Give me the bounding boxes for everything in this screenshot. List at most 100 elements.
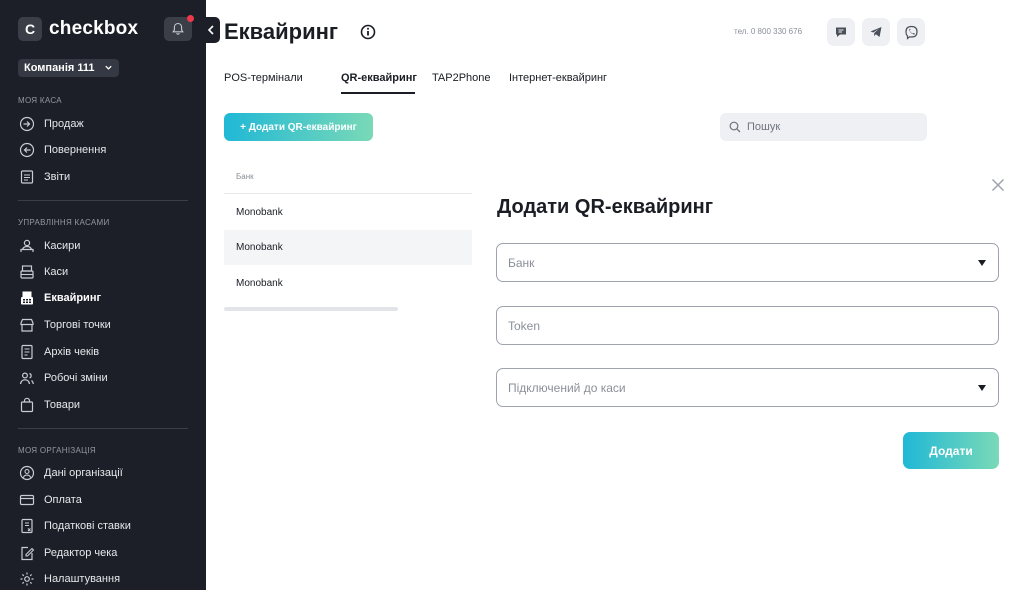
sidebar-item-label: Робочі зміни xyxy=(44,372,108,384)
bank-select[interactable]: Банк xyxy=(496,243,999,282)
store-icon xyxy=(18,317,35,334)
sidebar-item-label: Продаж xyxy=(44,118,84,130)
submit-add-button[interactable]: Додати xyxy=(903,432,999,469)
search-icon xyxy=(729,121,741,133)
receipt-editor-icon xyxy=(18,545,35,562)
tax-rates-icon xyxy=(18,518,35,535)
logo-mark: C xyxy=(18,17,42,41)
page-title: Еквайринг xyxy=(224,19,339,44)
add-qr-acquiring-button[interactable]: + Додати QR-еквайринг xyxy=(224,113,373,141)
sidebar-item-label: Оплата xyxy=(44,494,82,506)
sidebar-item-label: Податкові ставки xyxy=(44,520,131,532)
sidebar-item-acquiring[interactable]: Еквайринг xyxy=(18,289,194,307)
active-tab-underline xyxy=(341,92,415,94)
chevron-down-icon xyxy=(105,65,112,70)
tab-pos-terminals[interactable]: POS-термінали xyxy=(224,72,303,84)
sidebar-item-label: Редактор чека xyxy=(44,547,118,559)
horizontal-scrollbar[interactable] xyxy=(224,307,398,311)
cash-register-icon xyxy=(18,264,35,281)
section-title-register-management: УПРАВЛІННЯ КАСАМИ xyxy=(18,218,110,227)
chat-icon xyxy=(836,27,846,37)
viber-icon xyxy=(904,25,918,40)
sidebar-item-label: Торгові точки xyxy=(44,319,111,331)
logo-row: C checkbox xyxy=(18,15,194,43)
sidebar-item-stores[interactable]: Торгові точки xyxy=(18,316,194,334)
telegram-icon xyxy=(870,27,882,37)
bank-select-placeholder: Банк xyxy=(508,256,535,270)
connected-register-placeholder: Підключений до каси xyxy=(508,381,626,395)
info-icon[interactable] xyxy=(360,24,376,40)
connected-register-select[interactable]: Підключений до каси xyxy=(496,368,999,407)
tab-qr-acquiring[interactable]: QR-еквайринг xyxy=(341,72,417,84)
payment-card-icon xyxy=(18,492,35,509)
support-phone: тел. 0 800 330 676 xyxy=(734,27,803,36)
bank-cell: Monobank xyxy=(236,242,283,253)
search-input[interactable]: Пошук xyxy=(720,113,927,141)
sidebar-item-returns[interactable]: Повернення xyxy=(18,141,194,159)
sidebar-item-reports[interactable]: Звіти xyxy=(18,168,194,186)
table-row[interactable]: Monobank xyxy=(224,230,472,265)
chevron-left-icon xyxy=(207,25,214,35)
settings-gear-icon xyxy=(18,571,35,588)
sidebar-divider xyxy=(18,200,188,201)
table-row[interactable]: Monobank xyxy=(224,195,472,230)
sidebar-item-registers[interactable]: Каси xyxy=(18,263,194,281)
sidebar-item-receipt-archive[interactable]: Архів чеків xyxy=(18,343,194,361)
telegram-button[interactable] xyxy=(862,18,890,46)
acquiring-icon xyxy=(18,290,35,307)
receipt-archive-icon xyxy=(18,344,35,361)
sidebar-item-shifts[interactable]: Робочі зміни xyxy=(18,369,194,387)
sidebar-item-label: Дані організації xyxy=(44,467,123,479)
sidebar-item-label: Еквайринг xyxy=(44,292,102,304)
cashiers-icon xyxy=(18,238,35,255)
organization-icon xyxy=(18,465,35,482)
search-placeholder: Пошук xyxy=(747,121,781,133)
reports-icon xyxy=(18,169,35,186)
token-input-placeholder: Token xyxy=(508,319,541,333)
notification-dot xyxy=(187,15,194,22)
caret-down-icon xyxy=(978,260,986,266)
bank-cell: Monobank xyxy=(236,207,283,218)
sidebar-divider xyxy=(18,428,188,429)
close-icon[interactable] xyxy=(991,178,1005,192)
sidebar-item-label: Товари xyxy=(44,399,81,411)
sidebar-item-label: Повернення xyxy=(44,144,107,156)
tab-internet-acquiring[interactable]: Інтернет-еквайринг xyxy=(509,72,607,84)
table-header-divider xyxy=(224,193,472,194)
chat-button[interactable] xyxy=(827,18,855,46)
sidebar-item-label: Касири xyxy=(44,240,81,252)
section-title-my-organization: МОЯ ОРГАНІЗАЦІЯ xyxy=(18,446,96,455)
sidebar-item-label: Налаштування xyxy=(44,573,121,585)
return-arrow-icon xyxy=(18,142,35,159)
column-header-bank: Банк xyxy=(236,172,254,181)
company-name: Компанія 111 xyxy=(24,62,95,74)
sidebar-item-label: Каси xyxy=(44,266,69,278)
notifications-button[interactable] xyxy=(164,15,194,41)
sidebar-item-tax-rates[interactable]: Податкові ставки xyxy=(18,517,194,535)
viber-button[interactable] xyxy=(897,18,925,46)
company-selector[interactable]: Компанія 111 xyxy=(18,59,119,77)
sidebar-item-label: Архів чеків xyxy=(44,346,100,358)
collapse-sidebar-button[interactable] xyxy=(202,17,220,43)
logo-text: checkbox xyxy=(49,18,139,39)
panel-title: Додати QR-еквайринг xyxy=(497,196,714,218)
bell-icon xyxy=(172,22,184,35)
sidebar-item-label: Звіти xyxy=(44,171,71,183)
sidebar-item-sale[interactable]: Продаж xyxy=(18,115,194,133)
table-row[interactable]: Monobank xyxy=(224,266,472,301)
sidebar: C checkbox Компанія 111 МОЯ КАСА Продаж … xyxy=(0,0,206,590)
sidebar-item-payment[interactable]: Оплата xyxy=(18,491,194,509)
section-title-my-register: МОЯ КАСА xyxy=(18,96,62,105)
main-content: Еквайринг тел. 0 800 330 676 POS-терміна… xyxy=(206,0,1024,590)
sidebar-item-receipt-editor[interactable]: Редактор чека xyxy=(18,544,194,562)
tab-tap2phone[interactable]: TAP2Phone xyxy=(432,72,491,84)
goods-bag-icon xyxy=(18,397,35,414)
token-input[interactable]: Token xyxy=(496,306,999,345)
sidebar-item-settings[interactable]: Налаштування xyxy=(18,570,194,588)
sale-arrow-icon xyxy=(18,116,35,133)
caret-down-icon xyxy=(978,385,986,391)
sidebar-item-cashiers[interactable]: Касири xyxy=(18,237,194,255)
sidebar-item-organization-data[interactable]: Дані організації xyxy=(18,464,194,482)
sidebar-item-goods[interactable]: Товари xyxy=(18,396,194,414)
shifts-icon xyxy=(18,370,35,387)
